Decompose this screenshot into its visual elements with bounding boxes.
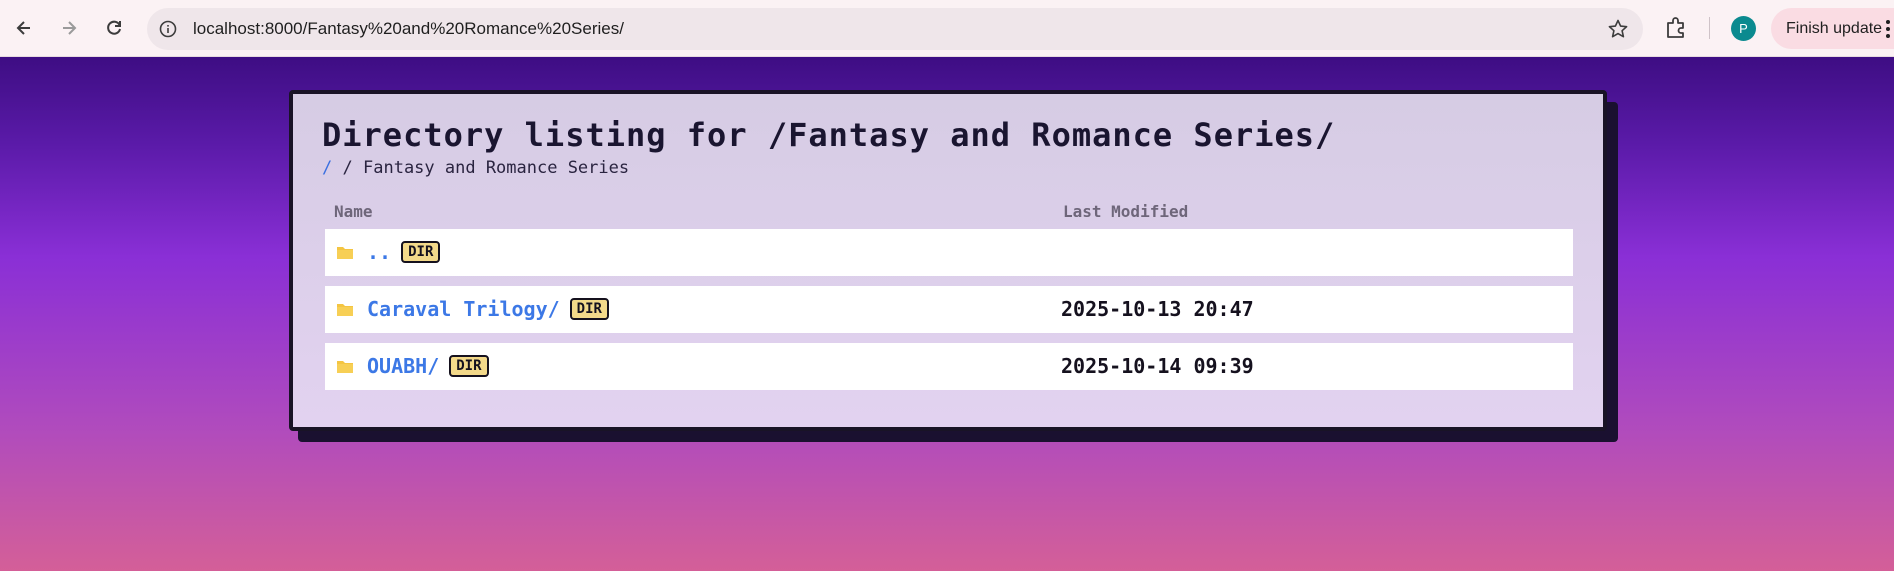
directory-card: Directory listing for /Fantasy and Roman… (289, 90, 1607, 431)
breadcrumb-current: Fantasy and Romance Series (363, 158, 630, 178)
entry-modified: 2025-10-14 09:39 (1061, 354, 1254, 378)
breadcrumb-root-link[interactable]: / (322, 158, 332, 178)
table-row-parent[interactable]: .. DIR (325, 229, 1573, 276)
url-text[interactable]: localhost:8000/Fantasy%20and%20Romance%2… (193, 8, 624, 50)
entry-name[interactable]: OUABH/ (367, 354, 439, 378)
back-button[interactable] (9, 13, 39, 43)
address-bar[interactable]: localhost:8000/Fantasy%20and%20Romance%2… (147, 8, 1643, 50)
menu-dots-icon[interactable] (1886, 20, 1890, 38)
breadcrumb: / / Fantasy and Romance Series (322, 158, 629, 178)
finish-update-label: Finish update (1786, 20, 1883, 37)
entry-link[interactable]: .. DIR (367, 229, 441, 276)
finish-update-button[interactable]: Finish update (1771, 8, 1894, 49)
forward-icon (63, 21, 77, 35)
entry-modified: 2025-10-13 20:47 (1061, 297, 1254, 321)
toolbar-divider (1709, 17, 1710, 39)
browser-toolbar: localhost:8000/Fantasy%20and%20Romance%2… (0, 0, 1894, 57)
folder-icon (337, 247, 353, 259)
folder-icon (337, 304, 353, 316)
page-title: Directory listing for /Fantasy and Roman… (322, 116, 1336, 154)
reload-icon (107, 20, 121, 35)
table-row-ouabh[interactable]: OUABH/DIR 2025-10-14 09:39 (325, 343, 1573, 390)
back-icon (16, 21, 30, 35)
extensions-icon[interactable] (1663, 15, 1689, 41)
forward-button[interactable] (54, 13, 84, 43)
bookmark-star-icon[interactable] (1607, 18, 1629, 40)
column-header-modified: Last Modified (1063, 202, 1189, 221)
entry-name[interactable]: Caraval Trilogy/ (367, 297, 560, 321)
entry-link[interactable]: OUABH/DIR (367, 343, 489, 390)
site-info-icon[interactable] (158, 19, 178, 39)
profile-avatar[interactable]: P (1731, 16, 1756, 41)
table-row-caraval-trilogy[interactable]: Caraval Trilogy/DIR 2025-10-13 20:47 (325, 286, 1573, 333)
column-header-name: Name (334, 202, 373, 221)
entry-link[interactable]: Caraval Trilogy/DIR (367, 286, 609, 333)
dir-badge: DIR (449, 354, 489, 377)
dir-badge: DIR (401, 240, 441, 263)
breadcrumb-separator: / (342, 158, 353, 178)
folder-icon (337, 361, 353, 373)
entry-name[interactable]: .. (367, 240, 391, 264)
reload-button[interactable] (99, 13, 129, 43)
dir-badge: DIR (569, 297, 609, 320)
